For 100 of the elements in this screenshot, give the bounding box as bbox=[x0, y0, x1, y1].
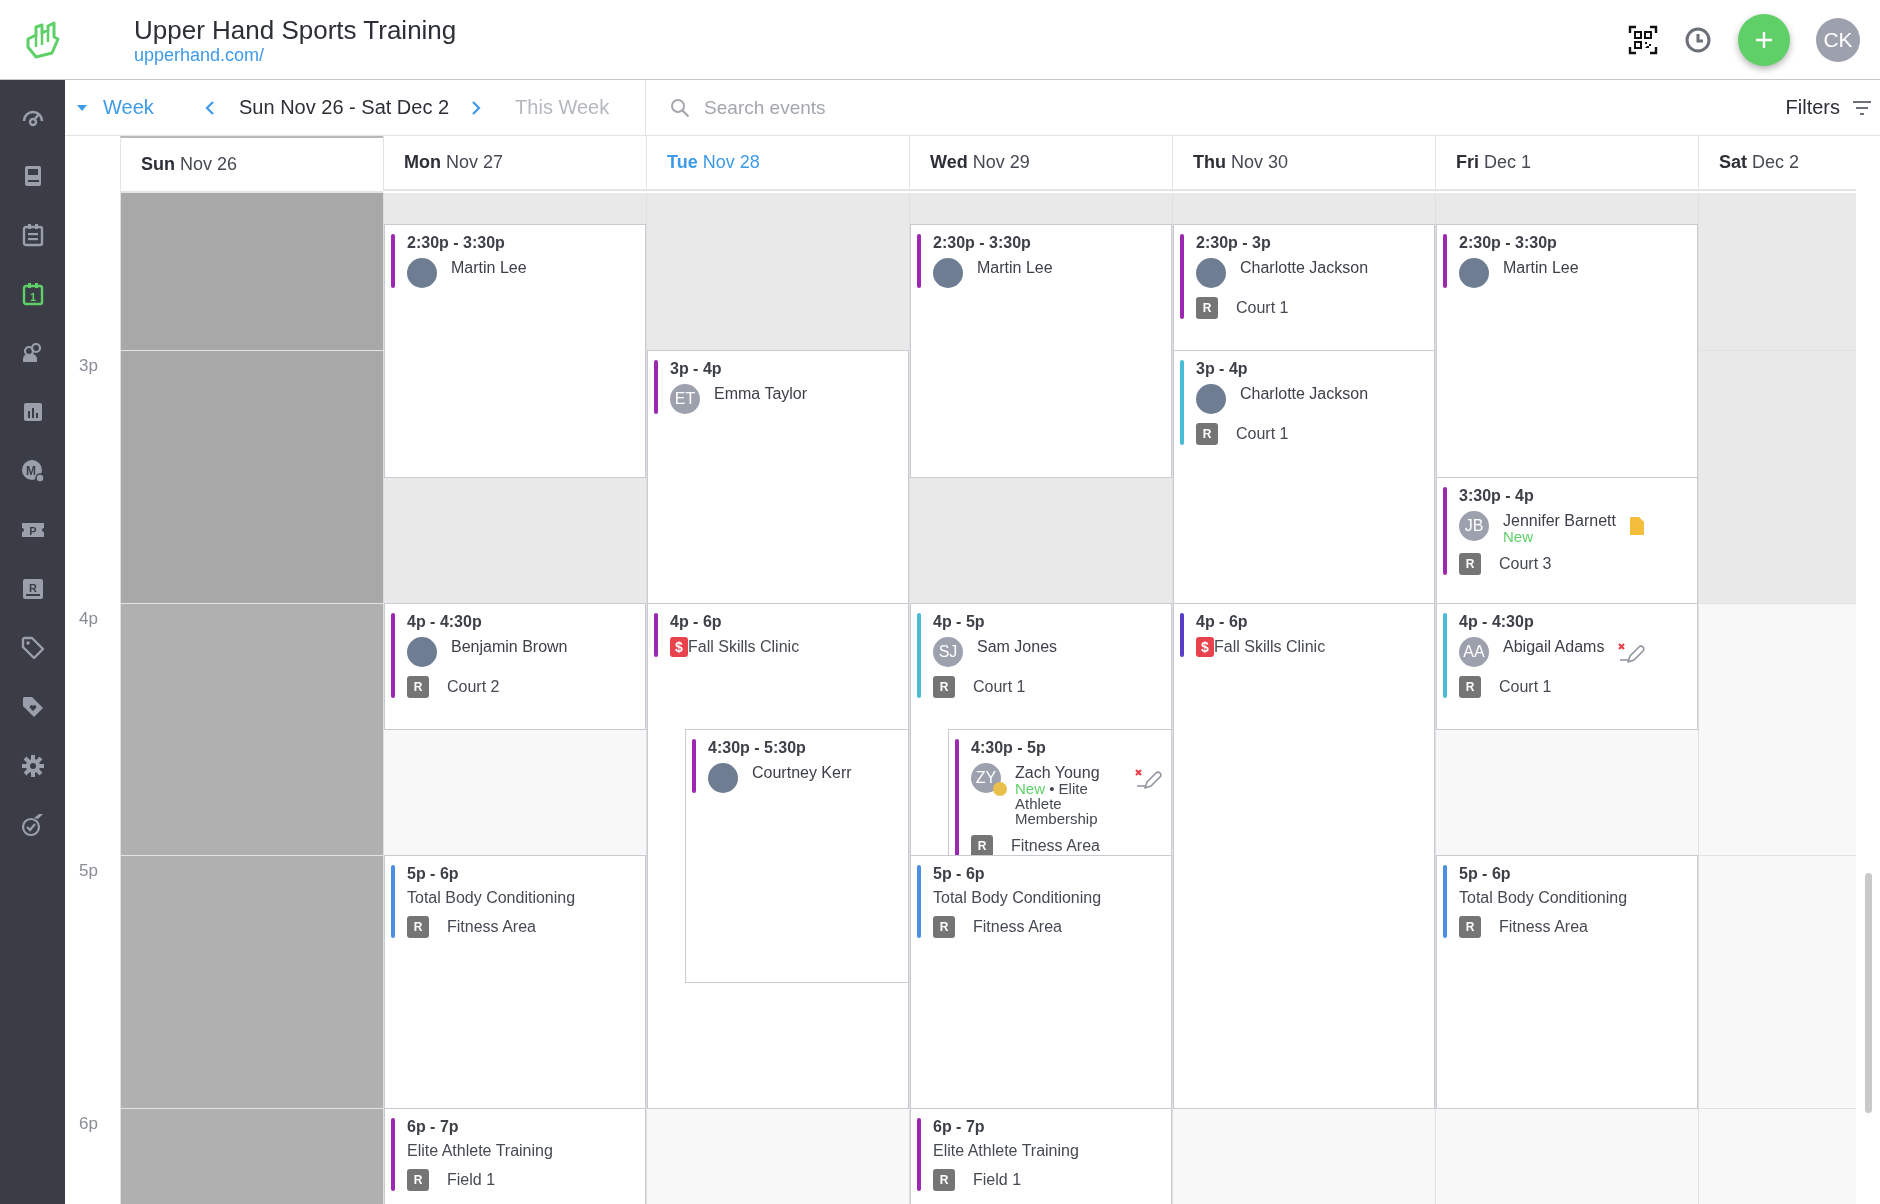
event-card[interactable]: 5p - 6p Total Body Conditioning R Fitness Area bbox=[910, 855, 1172, 1109]
date-range: Sun Nov 26 - Sat Dec 2 bbox=[239, 96, 450, 119]
avatar-photo bbox=[407, 258, 437, 289]
event-card[interactable]: 5p - 6p Total Body Conditioning R Fitness Area bbox=[384, 855, 646, 1109]
event-card[interactable]: 2:30p - 3:30p Martin Lee bbox=[1436, 224, 1698, 478]
event-time: 3:30p - 4p bbox=[1459, 486, 1535, 505]
event-title: Total Body Conditioning bbox=[407, 889, 576, 908]
scrollbar-thumb[interactable] bbox=[1865, 873, 1872, 1113]
resource-badge: R bbox=[1196, 297, 1218, 320]
client-name: Abigail Adams bbox=[1503, 638, 1605, 655]
day-header: Thu Nov 30 bbox=[1172, 136, 1435, 191]
next-week-button[interactable] bbox=[471, 99, 482, 116]
resource-name: Field 1 bbox=[973, 1170, 1022, 1189]
event-card[interactable]: 4p - 5p SJ Sam Jones R Court 1 bbox=[910, 602, 1172, 730]
resource-name: Court 2 bbox=[447, 677, 500, 696]
event-card[interactable]: 4p - 4:30p Benjamin Brown R Court 2 bbox=[384, 602, 646, 731]
plus-icon bbox=[1754, 29, 1774, 50]
avatar: SJ bbox=[933, 636, 963, 667]
medal-check-icon bbox=[19, 811, 46, 838]
event-card[interactable]: 6p - 7p Elite Athlete Training R Field 1 bbox=[910, 1107, 1172, 1204]
resource-badge: R bbox=[407, 916, 429, 939]
event-time: 4p - 6p bbox=[670, 612, 723, 631]
client-name: Courtney Kerr bbox=[752, 765, 852, 782]
event-time: 5p - 6p bbox=[407, 865, 460, 884]
event-card[interactable]: 3p - 4p Charlotte Jackson R Court 1 bbox=[1173, 350, 1435, 604]
paid-badge: $ bbox=[670, 636, 688, 657]
time-label: 5p bbox=[79, 861, 98, 882]
search-field[interactable]: Search events bbox=[702, 95, 1007, 120]
waiver-pen-icon[interactable] bbox=[1618, 642, 1647, 665]
client-name: Emma Taylor bbox=[714, 386, 808, 403]
sidebar-item[interactable]: M bbox=[10, 441, 55, 500]
resource-name: Court 1 bbox=[1236, 299, 1289, 318]
avatar-photo bbox=[933, 258, 963, 289]
resource-name: Court 1 bbox=[973, 677, 1026, 696]
event-card[interactable]: 4:30p - 5p ZY Zach Young New • Elite Athlete Membership R Fitness Area bbox=[948, 729, 1172, 857]
resource-badge: R bbox=[933, 1168, 955, 1191]
resource-badge: R bbox=[407, 1168, 429, 1191]
event-title: Fall Skills Clinic bbox=[688, 637, 800, 656]
client-name: Martin Lee bbox=[977, 260, 1053, 277]
day-header: Sat Dec 2 bbox=[1698, 136, 1856, 191]
client-name: Benjamin Brown bbox=[451, 638, 568, 655]
resource-badge: R bbox=[1459, 552, 1481, 575]
event-time: 2:30p - 3p bbox=[1196, 234, 1272, 253]
event-card[interactable]: 4p - 6p $ Fall Skills Clinic bbox=[1173, 602, 1435, 1109]
qr-code-icon[interactable] bbox=[1628, 24, 1658, 55]
event-time: 5p - 6p bbox=[1459, 865, 1512, 884]
resource-name: Court 1 bbox=[1499, 677, 1552, 696]
event-time: 2:30p - 3:30p bbox=[933, 234, 1032, 253]
resource-badge: R bbox=[1459, 675, 1481, 698]
time-label: 3p bbox=[79, 356, 98, 377]
resource-name: Court 1 bbox=[1236, 425, 1289, 444]
event-card[interactable]: 2:30p - 3p Charlotte Jackson R Court 1 bbox=[1173, 224, 1435, 352]
event-time: 2:30p - 3:30p bbox=[1459, 234, 1558, 253]
event-time: 2:30p - 3:30p bbox=[407, 234, 506, 253]
avatar-photo bbox=[1459, 258, 1489, 289]
client-status: New • Elite Athlete Membership bbox=[1015, 781, 1098, 827]
event-time: 4p - 5p bbox=[933, 612, 986, 631]
event-time: 5p - 6p bbox=[933, 865, 986, 884]
event-time: 6p - 7p bbox=[407, 1117, 460, 1136]
event-time: 4p - 6p bbox=[1196, 612, 1249, 631]
event-card[interactable]: 4p - 6p $ Fall Skills Clinic bbox=[647, 602, 909, 730]
filter-icon bbox=[1852, 100, 1872, 115]
sidebar-item[interactable]: 1 bbox=[10, 264, 55, 323]
event-time: 6p - 7p bbox=[933, 1117, 986, 1136]
resource-name: Fitness Area bbox=[447, 918, 536, 937]
previous-week-button[interactable] bbox=[205, 99, 215, 116]
time-label: 4p bbox=[79, 608, 98, 629]
event-title: Fall Skills Clinic bbox=[1214, 637, 1326, 656]
event-card[interactable]: 3:30p - 4p JB Jennifer Barnett New R Court 3 bbox=[1436, 476, 1698, 604]
event-title: Elite Athlete Training bbox=[933, 1141, 1079, 1160]
avatar: JB bbox=[1459, 510, 1489, 541]
avatar: ET bbox=[670, 384, 700, 415]
day-header: Tue Nov 28 bbox=[646, 136, 909, 191]
clock-icon[interactable] bbox=[1684, 25, 1712, 54]
resource-name: Field 1 bbox=[447, 1170, 496, 1189]
tag-icon bbox=[19, 634, 46, 661]
caret-icon bbox=[77, 104, 87, 111]
event-card[interactable]: 5p - 6p Total Body Conditioning R Fitness Area bbox=[1436, 855, 1698, 1109]
resource-name: Court 3 bbox=[1499, 554, 1552, 573]
time-label: 6p bbox=[79, 1113, 98, 1134]
avatar-photo bbox=[1196, 258, 1226, 289]
event-time: 3p - 4p bbox=[1196, 360, 1249, 379]
event-card[interactable]: 4:30p - 5:30p Courtney Kerr bbox=[685, 729, 909, 983]
client-name: Jennifer Barnett bbox=[1503, 512, 1616, 529]
client-name: Charlotte Jackson bbox=[1240, 260, 1369, 277]
avatar-photo bbox=[407, 636, 437, 667]
event-card[interactable]: 2:30p - 3:30p Martin Lee bbox=[910, 224, 1172, 478]
sidebar-item[interactable]: R bbox=[10, 559, 55, 618]
avatar: AA bbox=[1459, 636, 1489, 667]
event-card[interactable]: 6p - 7p Elite Athlete Training R Field 1 bbox=[384, 1107, 646, 1204]
waiver-pen-icon[interactable] bbox=[1135, 769, 1163, 792]
sidebar-item[interactable]: P bbox=[10, 500, 55, 559]
filters-button[interactable]: Filters bbox=[1785, 96, 1880, 119]
day-header: Fri Dec 1 bbox=[1435, 136, 1698, 191]
event-card[interactable]: 2:30p - 3:30p Martin Lee bbox=[384, 224, 646, 478]
resource-badge: R bbox=[933, 916, 955, 939]
event-card[interactable]: 4p - 4:30p AA Abigail Adams R Court 1 bbox=[1436, 602, 1698, 731]
avatar-photo bbox=[708, 763, 738, 794]
event-card[interactable]: 3p - 4p ET Emma Taylor bbox=[647, 350, 909, 604]
day-header: Wed Nov 29 bbox=[909, 136, 1172, 191]
